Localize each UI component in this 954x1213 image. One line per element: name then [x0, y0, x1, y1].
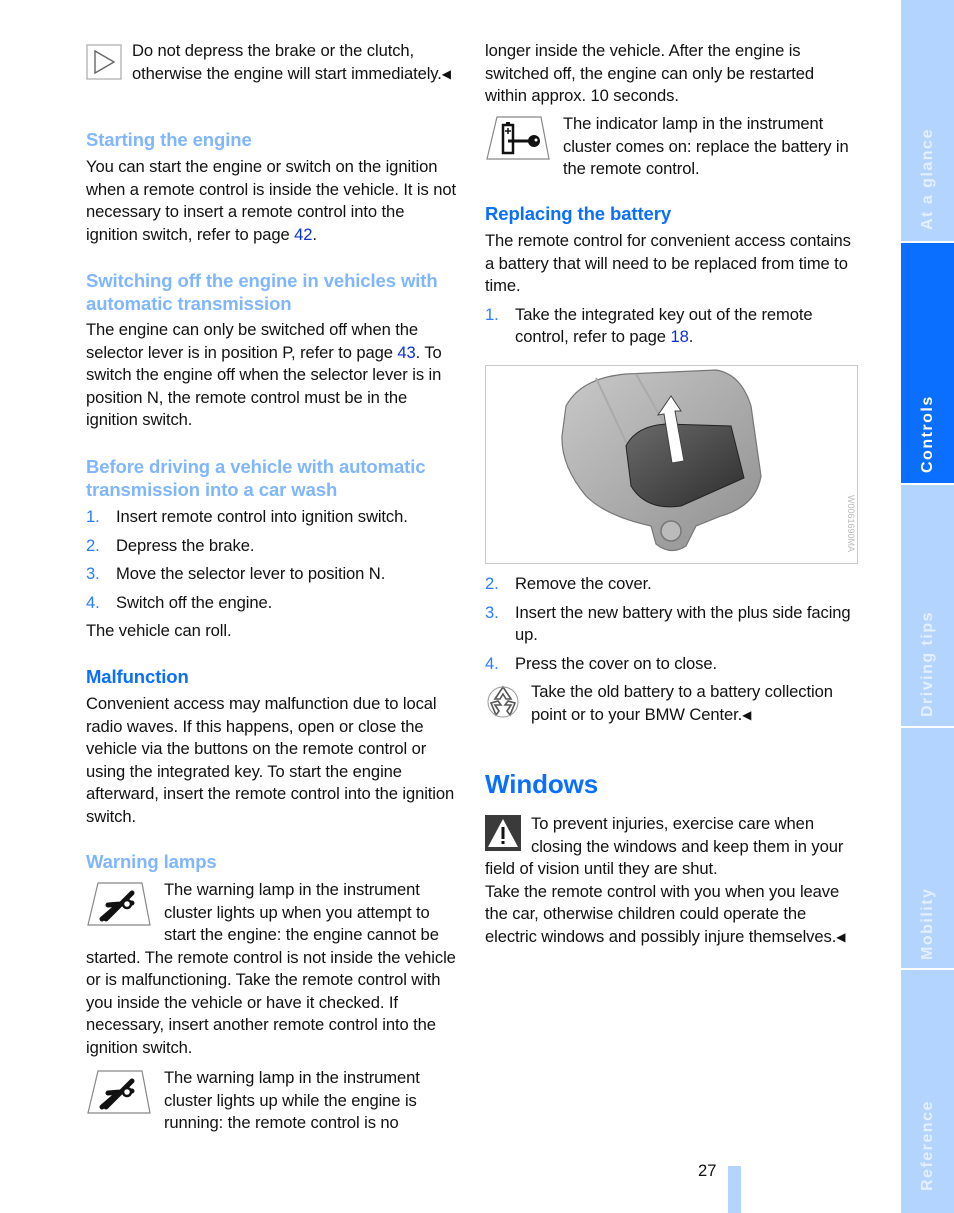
page-number: 27 — [698, 1161, 717, 1180]
switching-off-text: The engine can only be switched off when… — [86, 320, 419, 362]
continued-text: longer inside the vehicle. After the eng… — [485, 41, 815, 105]
recycle-note-text: Take the old battery to a battery collec… — [531, 682, 833, 724]
list-item: 1. Insert remote control into ignition sw… — [86, 506, 456, 529]
recycle-icon — [487, 685, 519, 718]
step-number: 4. — [485, 653, 499, 673]
end-mark: ◀ — [742, 707, 752, 722]
tab-label: Mobility — [918, 887, 936, 960]
section-windows: Windows To prevent injuries, exercise ca… — [485, 769, 857, 948]
page-link-43[interactable]: 43 — [397, 343, 415, 362]
section-starting-engine: Starting the engine You can start the en… — [86, 128, 456, 246]
heading-windows: Windows — [485, 769, 599, 799]
battery-indicator-note: The indicator lamp in the instrument clu… — [485, 113, 857, 181]
tab-label: At a glance — [918, 128, 936, 230]
list-item: 3. Move the selector lever to position N. — [86, 563, 456, 586]
remote-control-illustration — [561, 369, 762, 552]
key-warning-lamp-icon — [87, 1070, 151, 1114]
tab-reference[interactable]: Reference — [901, 970, 954, 1213]
tab-controls[interactable]: Controls — [901, 243, 954, 483]
step-text: Insert the new battery with the plus sid… — [515, 602, 851, 645]
list-item: 2. Remove the cover. — [485, 573, 857, 596]
section-replacing-battery: Replacing the battery The remote control… — [485, 202, 857, 349]
end-mark: ◀ — [441, 66, 451, 81]
section-car-wash: Before driving a vehicle with automatic … — [86, 455, 456, 643]
section-malfunction: Malfunction Convenient access may malfun… — [86, 665, 456, 828]
tab-label: Reference — [918, 1100, 936, 1191]
car-wash-after: The vehicle can roll. — [86, 621, 232, 640]
step-number: 1. — [86, 507, 100, 526]
malfunction-text: Convenient access may malfunction due to… — [86, 694, 455, 826]
step-text: Depress the brake. — [116, 535, 255, 555]
heading-car-wash: Before driving a vehicle with automatic … — [86, 456, 426, 500]
note-intro-text: Do not depress the brake or the clutch, … — [132, 41, 442, 83]
heading-switching-off: Switching off the engine in vehicles wit… — [86, 270, 438, 314]
windows-warning: To prevent injuries, exercise care when … — [485, 813, 857, 948]
punct: . — [688, 327, 694, 346]
step-number: 2. — [485, 574, 499, 593]
step-number: 4. — [86, 592, 100, 612]
list-item: 3. Insert the new battery with the plus s… — [485, 602, 857, 647]
battery-steps: 2. Remove the cover. 3. Insert the new bat… — [485, 573, 857, 726]
replacing-battery-intro: The remote control for convenient access… — [485, 231, 851, 295]
battery-key-indicator-icon — [486, 116, 550, 160]
warning-triangle-icon — [485, 815, 521, 851]
warning-lamp-2: The warning lamp in the instrument clust… — [86, 1067, 456, 1135]
step-number: 3. — [485, 602, 499, 622]
page-link-42[interactable]: 42 — [294, 225, 312, 244]
punct: . — [312, 224, 317, 244]
heading-warning-lamps: Warning lamps — [86, 851, 217, 872]
tab-label: Controls — [918, 395, 936, 473]
step-number: 3. — [86, 564, 100, 583]
tab-label: Driving tips — [918, 610, 936, 717]
section-switching-off: Switching off the engine in vehicles wit… — [86, 269, 456, 432]
windows-warning-text-2: Take the remote control with you when yo… — [485, 881, 840, 946]
step-number: 2. — [86, 535, 100, 555]
step-text: Insert remote control into ignition swit… — [116, 507, 408, 526]
page-number-bar — [728, 1166, 741, 1213]
key-ring-hole — [660, 520, 682, 542]
heading-replacing-battery: Replacing the battery — [485, 203, 672, 224]
list-item: 1. Take the integrated key out of the re… — [485, 304, 857, 349]
key-warning-lamp-icon — [87, 882, 151, 926]
heading-starting-engine: Starting the engine — [86, 129, 252, 150]
step-text: Press the cover on to close. — [515, 653, 717, 673]
chapter-tabs: At a glance Controls Driving tips Mobili… — [901, 0, 954, 1213]
list-item: 4. Switch off the engine. — [86, 592, 456, 615]
step-text: Remove the cover. — [515, 574, 652, 593]
tab-at-a-glance[interactable]: At a glance — [901, 0, 954, 241]
recycle-note: Take the old battery to a battery collec… — [485, 681, 857, 726]
figure-code: W0061690MA — [846, 495, 856, 553]
section-warning-lamps: Warning lamps The warning lamp in the in… — [86, 850, 456, 1135]
step-text: Switch off the engine. — [116, 592, 273, 612]
step-number: 1. — [485, 304, 499, 324]
note-intro: Do not depress the brake or the clutch, … — [86, 40, 456, 85]
warning-lamp-1: The warning lamp in the instrument clust… — [86, 879, 456, 1059]
step-text: Move the selector lever to position N. — [116, 564, 386, 583]
list-item: 4. Press the cover on to close. — [485, 653, 857, 676]
note-triangle-icon — [86, 44, 122, 80]
tab-mobility[interactable]: Mobility — [901, 728, 954, 968]
end-mark: ◀ — [836, 929, 846, 944]
starting-engine-text: You can start the engine or switch on th… — [86, 157, 456, 244]
step-text: Take the integrated key out of the remot… — [515, 304, 813, 347]
windows-warning-text-1: To prevent injuries, exercise care when … — [485, 814, 844, 878]
page-link-18[interactable]: 18 — [670, 327, 688, 346]
list-item: 2. Depress the brake. — [86, 535, 456, 558]
heading-malfunction: Malfunction — [86, 666, 189, 687]
remote-control-figure — [485, 365, 858, 564]
tab-driving-tips[interactable]: Driving tips — [901, 485, 954, 726]
